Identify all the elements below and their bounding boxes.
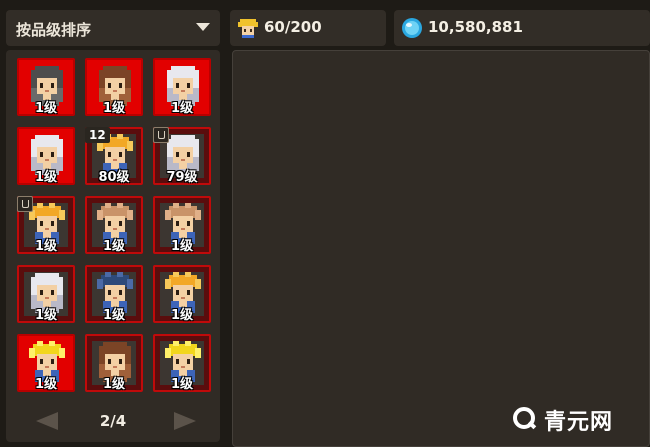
- hero-slot[interactable]: 1级: [153, 334, 211, 392]
- hero-level-label: 1级: [102, 101, 126, 116]
- watermark-logo: 青元网: [512, 402, 646, 438]
- hero-slot[interactable]: 1级: [85, 58, 143, 116]
- hero-slot[interactable]: 80级 12: [85, 127, 143, 185]
- hero-slot[interactable]: 1级: [85, 265, 143, 323]
- hero-slot[interactable]: 1级: [17, 196, 75, 254]
- hero-slot[interactable]: 1级: [85, 334, 143, 392]
- sort-dropdown-label: 按品级排序: [16, 21, 92, 39]
- hero-level-label: 80级: [98, 170, 130, 185]
- hero-slot[interactable]: 1级: [17, 265, 75, 323]
- hero-slot[interactable]: 1级: [17, 334, 75, 392]
- hero-level-label: 1级: [34, 308, 58, 323]
- hero-head-icon: [238, 19, 258, 38]
- hero-level-label: 1级: [170, 308, 194, 323]
- gem-count-value: 10,580,881: [428, 18, 523, 36]
- hero-level-label: 1级: [170, 377, 194, 392]
- hero-count-value: 60/200: [264, 18, 322, 36]
- hero-level-label: 1级: [34, 239, 58, 254]
- hero-level-label: 1级: [102, 308, 126, 323]
- next-page-icon[interactable]: [174, 412, 196, 430]
- hero-count-panel: 60/200: [230, 10, 386, 46]
- hero-level-label: 1级: [170, 239, 194, 254]
- pager: 2/4: [6, 404, 220, 440]
- hero-level-label: 1级: [102, 239, 126, 254]
- hero-level-label: 1级: [170, 101, 194, 116]
- gem-currency-panel: 10,580,881: [394, 10, 650, 46]
- lock-icon: [17, 196, 33, 212]
- hero-level-label: 1级: [34, 101, 58, 116]
- magnifier-logo-icon: [513, 407, 537, 430]
- hero-slot[interactable]: 1级: [153, 58, 211, 116]
- hero-level-label: 1级: [102, 377, 126, 392]
- lock-icon: [153, 127, 169, 143]
- chevron-down-icon: [196, 23, 210, 31]
- hero-level-label: 1级: [34, 170, 58, 185]
- hero-star-badge: 12: [85, 127, 110, 143]
- hero-level-label: 79级: [166, 170, 198, 185]
- sort-dropdown[interactable]: 按品级排序: [6, 10, 220, 46]
- hero-slot[interactable]: 1级: [153, 196, 211, 254]
- hero-level-label: 1级: [34, 377, 58, 392]
- watermark-text: 青元网: [544, 410, 614, 435]
- hero-slot[interactable]: 1级: [153, 265, 211, 323]
- hero-slot[interactable]: 1级: [17, 58, 75, 116]
- gem-icon: [402, 18, 422, 38]
- hero-slot[interactable]: 79级: [153, 127, 211, 185]
- hero-slot[interactable]: 1级: [85, 196, 143, 254]
- hero-slot[interactable]: 1级: [17, 127, 75, 185]
- hero-detail-panel: [232, 50, 650, 447]
